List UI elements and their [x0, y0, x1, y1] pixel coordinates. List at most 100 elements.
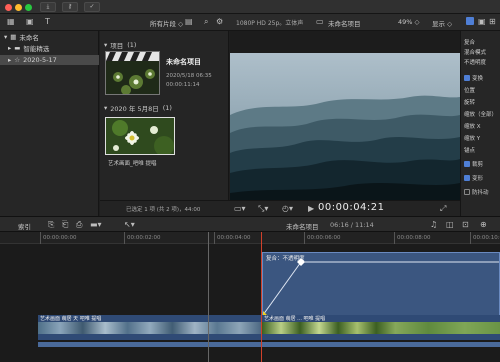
overwrite-icon[interactable]: ▬▾ — [90, 220, 102, 229]
row-label: 不透明度 — [464, 60, 487, 66]
sidebar-item-smart-collections[interactable]: ▸ ▬ 智能精选 — [0, 43, 99, 53]
playhead[interactable] — [261, 232, 262, 362]
checkbox-checked[interactable] — [464, 161, 470, 167]
insert-clip-icon[interactable]: ⎗ — [62, 220, 68, 230]
select-tool-icon[interactable]: ↖▾ — [124, 220, 135, 229]
checkbox-checked[interactable] — [464, 75, 470, 81]
inspector-row[interactable]: 锚点 — [461, 145, 500, 155]
folder-icon: ▬ — [14, 44, 21, 52]
format-info: 1080P HD 25p。立体声 — [236, 20, 304, 27]
inspector-row[interactable]: 变换 — [461, 73, 500, 83]
date-section-header[interactable]: ▾ 2020 年 5月8日 (1) — [104, 103, 172, 113]
effects-icon[interactable]: ▣ — [478, 17, 486, 26]
timeline-ruler[interactable]: 00:00:00:00 00:00:02:00 00:00:04:00 00:0… — [0, 232, 500, 244]
library-icon: ▦ — [10, 33, 17, 41]
section-title: 2020 年 5月8日 — [110, 105, 159, 113]
flower-image — [106, 118, 174, 154]
project-date: 2020/5/18 06:35 — [166, 73, 212, 79]
close-window-button[interactable] — [5, 3, 12, 11]
clip-appearance-icon[interactable]: ▤ — [185, 17, 193, 26]
zoom-window-button[interactable] — [25, 3, 32, 11]
section-count: (1) — [127, 41, 137, 49]
checkbox-unchecked[interactable] — [464, 189, 470, 195]
clip-label: 艺术画面 萌居 天 吧唯 提唱 — [40, 316, 102, 322]
fullscreen-icon[interactable]: ⤢ — [440, 204, 446, 214]
inspector-row[interactable]: 旋转 — [461, 97, 500, 107]
append-clip-icon[interactable]: ⎙ — [76, 220, 82, 230]
inspector-row[interactable]: 缩放 Y — [461, 133, 500, 143]
play-icon[interactable]: ▶ — [308, 204, 314, 213]
inspector-row[interactable]: 缩放 X — [461, 121, 500, 131]
project-section-header[interactable]: ▾ 项目 (1) — [104, 40, 136, 50]
timeline[interactable]: 00:00:00:00 00:00:02:00 00:00:04:00 00:0… — [0, 232, 500, 362]
row-label: 位置 — [464, 88, 476, 94]
inspector-row[interactable]: 裁剪 — [461, 159, 500, 169]
section-count: (1) — [162, 104, 172, 112]
inspector-row[interactable]: 位置 — [461, 85, 500, 95]
row-label: 缩放 X — [464, 124, 481, 130]
inspector-row[interactable]: 混合模式 — [461, 47, 500, 57]
row-label: 裁剪 — [472, 162, 484, 168]
selection-status: 已选定 1 项 (共 2 项)，44:00 — [126, 207, 201, 213]
project-icon: ▭ — [316, 17, 324, 26]
photos-icon[interactable]: ▣ — [26, 17, 34, 26]
inspector-toggle-icon[interactable] — [466, 17, 474, 25]
zoom-dropdown[interactable]: 49% ◇ — [398, 18, 420, 26]
check-icon[interactable]: ✓ — [84, 2, 100, 12]
minimize-window-button[interactable] — [15, 3, 22, 11]
library-label: 未命名 — [19, 34, 39, 42]
sidebar-library[interactable]: ▾ ▦ 未命名 — [0, 32, 99, 42]
inspector-row[interactable]: 复合 — [461, 37, 500, 47]
checkbox-checked[interactable] — [464, 175, 470, 181]
sidebar-item-event[interactable]: ▸ ☆ 2020-5-17 — [0, 55, 99, 65]
filmstrip — [262, 322, 500, 334]
inspector-row[interactable]: 变形 — [461, 173, 500, 183]
library-sidebar: ▾ ▦ 未命名 ▸ ▬ 智能精选 ▸ ☆ 2020-5-17 — [0, 31, 99, 216]
inspector-row[interactable]: 缩放（全部） — [461, 109, 500, 119]
section-title: 项目 — [110, 42, 124, 50]
project-name: 未命名项目 — [328, 20, 361, 28]
snapping-icon[interactable]: ⊡ — [462, 220, 469, 229]
titles-icon[interactable]: T — [45, 17, 50, 26]
display-options-icon[interactable]: ▭▾ — [234, 204, 246, 213]
clapper-icon — [106, 52, 159, 94]
import-icon[interactable]: ⤓ — [40, 2, 56, 12]
audio-meter-icon[interactable]: ♫ — [430, 220, 437, 229]
row-label: 复合 — [464, 40, 476, 46]
settings-icon[interactable]: ⚙ — [216, 17, 223, 26]
connect-clip-icon[interactable]: ⎘ — [48, 220, 54, 230]
library-icon[interactable]: ▦ — [7, 17, 15, 26]
primary-clip[interactable]: 艺术画面 萌居 天 吧唯 提唱 艺术画面 萌居 ... 吧唯 提唱 — [38, 315, 500, 340]
row-label: 变形 — [472, 176, 484, 182]
search-icon[interactable]: ⌕ — [204, 17, 208, 27]
landscape-image — [230, 53, 460, 211]
project-thumbnail[interactable] — [105, 51, 160, 95]
view-label: 显示 — [432, 20, 445, 28]
project-duration: 00:00:11:14 — [166, 82, 200, 88]
inspector-row[interactable]: 防抖动 — [461, 187, 500, 197]
row-label: 缩放（全部） — [464, 112, 498, 118]
ruler-tick: 00:00:08:00 — [394, 232, 431, 244]
transitions-icon[interactable]: ⊞ — [489, 17, 496, 26]
speed-icon[interactable]: ◴▾ — [282, 204, 293, 213]
clip-label: 艺术画面 萌居 ... 吧唯 提唱 — [264, 316, 326, 322]
sidebar-item-label: 2020-5-17 — [23, 56, 57, 64]
zoom-timeline-icon[interactable]: ⊕ — [480, 220, 487, 229]
video-frame[interactable] — [230, 53, 460, 211]
event-icon: ☆ — [14, 56, 21, 64]
filter-label: 所有片段 — [150, 20, 176, 28]
ruler-tick: 00:00:06:00 — [304, 232, 341, 244]
view-dropdown[interactable]: 显示 ◇ — [432, 18, 452, 28]
skimming-icon[interactable]: ◫ — [446, 220, 454, 229]
audio-waveform — [38, 342, 500, 347]
inspector-row[interactable]: 不透明度 — [461, 57, 500, 67]
index-button[interactable]: 索引 — [18, 221, 31, 231]
filter-dropdown[interactable]: 所有片段 ◇ — [150, 18, 183, 28]
timecode-display: 00:00:04:21 — [318, 202, 385, 213]
transform-icon[interactable]: ⤡▾ — [258, 204, 268, 214]
key-icon[interactable]: ⚷ — [62, 2, 78, 12]
toolbar: ▦ ▣ T 所有片段 ◇ ▤ ⌕ ⚙ 1080P HD 25p。立体声 ▭ 未命… — [0, 14, 500, 31]
clip-thumbnail[interactable] — [105, 117, 175, 155]
ruler-tick: 00:00:10:00 — [470, 232, 500, 244]
project-title: 未命名项目 — [166, 58, 201, 66]
